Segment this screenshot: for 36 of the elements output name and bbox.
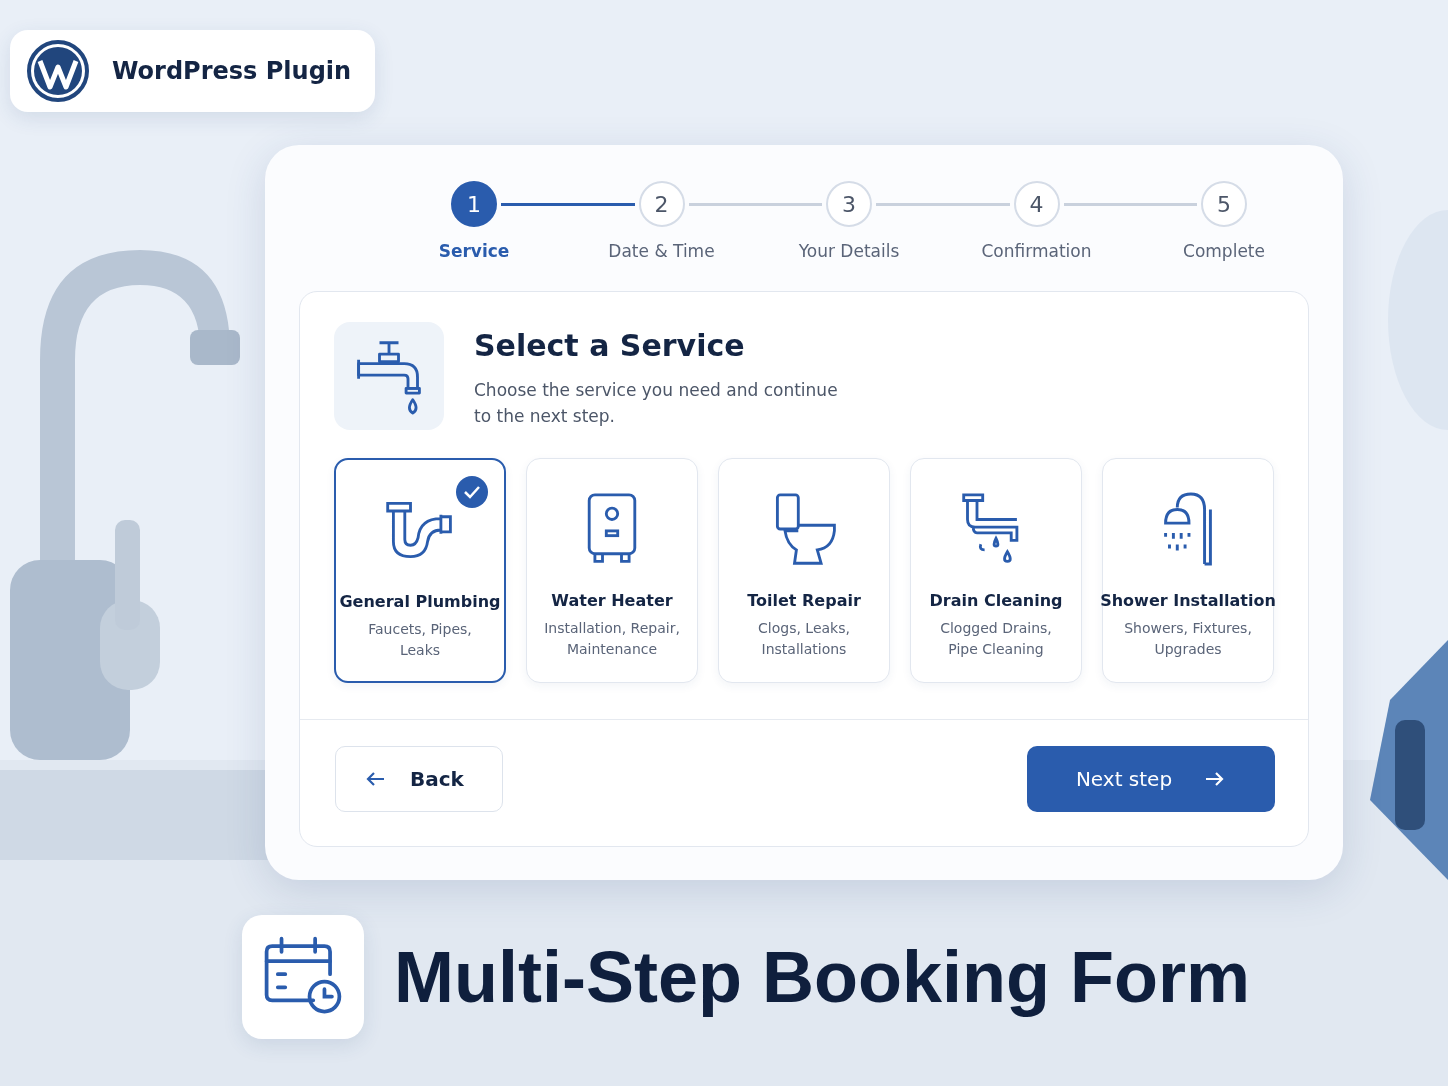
faucet-icon <box>334 322 444 430</box>
check-icon <box>456 476 488 508</box>
service-name: Drain Cleaning <box>929 591 1063 610</box>
service-name: Water Heater <box>551 591 673 610</box>
service-card[interactable]: Drain Cleaning Clogged Drains, Pipe Cleaning <box>910 458 1082 683</box>
service-details: Faucets, Pipes, Leaks <box>367 620 473 660</box>
section-description: Choose the service you need and continue to the next step. <box>474 379 839 428</box>
service-card[interactable]: Shower Installation Showers, Fixtures, Upgrades <box>1102 458 1274 683</box>
step-label[interactable]: Complete <box>1183 241 1265 261</box>
calendar-clock-icon <box>242 915 364 1039</box>
step-number[interactable]: 3 <box>826 181 872 227</box>
badge-label: WordPress Plugin <box>112 57 352 85</box>
headline: Multi-Step Booking Form <box>394 936 1250 1018</box>
service-name: Shower Installation <box>1100 591 1276 610</box>
service-card[interactable]: General Plumbing Faucets, Pipes, Leaks <box>334 458 506 683</box>
step-number[interactable]: 4 <box>1013 181 1060 227</box>
service-name: General Plumbing <box>339 592 501 611</box>
next-step-button[interactable]: Next step <box>1027 746 1275 812</box>
service-details: Showers, Fixtures, Upgrades <box>1123 619 1253 659</box>
section-title: Select a Service <box>474 328 746 363</box>
logo-icon <box>26 39 90 103</box>
step-label[interactable]: Date & Time <box>608 241 715 261</box>
service-card[interactable]: Toilet Repair Clogs, Leaks, Installations <box>718 458 890 683</box>
step-number[interactable]: 1 <box>451 181 497 227</box>
service-details: Clogs, Leaks, Installations <box>757 619 851 659</box>
service-details: Installation, Repair, Maintenance <box>544 619 680 659</box>
service-card[interactable]: Water Heater Installation, Repair, Maintenance <box>526 458 698 683</box>
step-label[interactable]: Confirmation <box>981 241 1092 261</box>
shower-icon <box>1163 491 1213 567</box>
step-number[interactable]: 2 <box>638 181 685 227</box>
service-name: Toilet Repair <box>747 591 861 610</box>
step-number[interactable]: 5 <box>1201 181 1247 227</box>
service-details: Clogged Drains, Pipe Cleaning <box>939 619 1053 659</box>
back-button[interactable]: Back <box>335 746 503 812</box>
step-label[interactable]: Your Details <box>798 241 900 261</box>
step-label[interactable]: Service <box>438 241 510 261</box>
